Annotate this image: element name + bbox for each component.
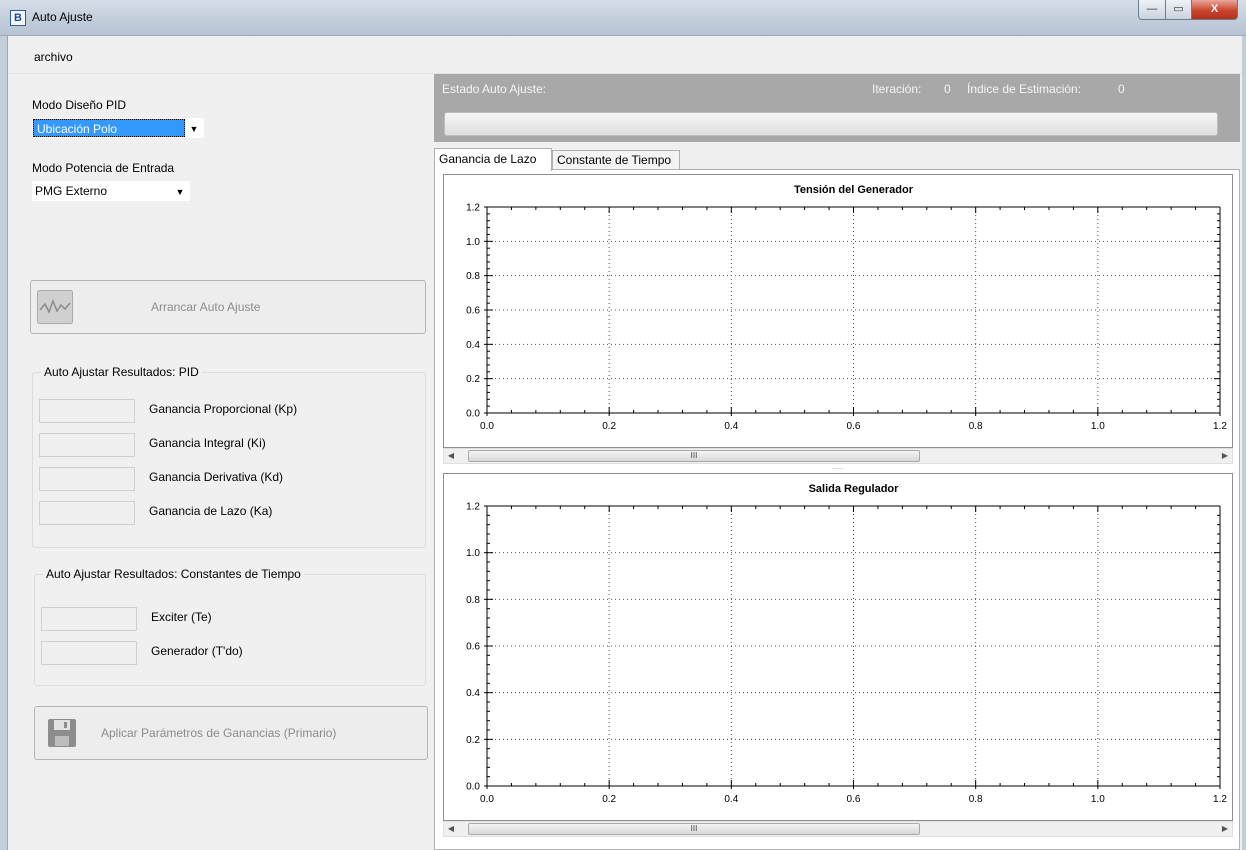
chevron-down-icon: ▼ [189, 124, 199, 134]
pid-results-group: Auto Ajustar Resultados: PID Ganancia Pr… [32, 365, 426, 548]
x-tick-label: 1.0 [1091, 794, 1105, 805]
y-tick-label: 0.4 [466, 340, 480, 351]
kd-label: Ganancia Derivativa (Kd) [149, 470, 284, 484]
pid-mode-label: Modo Diseño PID [32, 98, 127, 112]
window-frame-right [1242, 36, 1246, 850]
client-area: archivo Modo Diseño PID Ubicación Polo ▼… [8, 36, 1242, 850]
status-panel: Estado Auto Ajuste: Iteración: 0 Índice … [434, 74, 1240, 142]
tc-results-group: Auto Ajustar Resultados: Constantes de T… [34, 567, 426, 686]
apply-gains-label: Aplicar Parámetros de Ganancias (Primari… [101, 726, 337, 740]
waveform-icon [37, 290, 73, 324]
y-tick-label: 0.0 [466, 782, 480, 793]
scroll-left-icon[interactable]: ◀ [444, 822, 458, 836]
tc-results-title: Auto Ajustar Resultados: Constantes de T… [43, 567, 304, 581]
window-frame-left [0, 36, 8, 850]
y-tick-label: 1.2 [466, 203, 480, 214]
x-tick-label: 0.8 [969, 794, 983, 805]
tab-ganancia-de-lazo[interactable]: Ganancia de Lazo [434, 148, 552, 171]
x-tick-label: 0.2 [602, 794, 616, 805]
chart-splitter[interactable]: ...... [443, 464, 1233, 472]
y-tick-label: 1.0 [466, 237, 480, 248]
apply-gains-button[interactable]: Aplicar Parámetros de Ganancias (Primari… [34, 706, 428, 760]
ki-label: Ganancia Integral (Ki) [149, 436, 266, 450]
progress-bar [444, 112, 1218, 136]
x-tick-label: 1.0 [1091, 421, 1105, 432]
chart-regulator-output-plot: Salida Regulador 0.0 0.2 0.4 0.6 0.8 1.0 1.2 0.0… [466, 483, 1227, 805]
y-tick-label: 0.8 [466, 271, 480, 282]
te-label: Exciter (Te) [151, 610, 212, 624]
chart-generator-voltage: Tensión del Generador 0.0 0.2 0.4 0.6 0.8 1.0 1… [443, 174, 1233, 448]
scroll-left-icon[interactable]: ◀ [444, 449, 458, 463]
estimation-index-label: Índice de Estimación: [967, 82, 1082, 96]
iteration-label: Iteración: [872, 82, 922, 96]
x-tick-label: 1.2 [1213, 421, 1227, 432]
maximize-button[interactable]: ▭ [1166, 0, 1192, 20]
te-field[interactable] [41, 607, 137, 631]
y-tick-label: 1.0 [466, 548, 480, 559]
scroll-right-icon[interactable]: ▶ [1218, 822, 1232, 836]
tab-page: Tensión del Generador 0.0 0.2 0.4 0.6 0.8 1.0 1… [434, 169, 1240, 850]
estimation-index-value: 0 [1118, 82, 1125, 96]
y-tick-label: 1.2 [466, 502, 480, 513]
x-tick-label: 0.0 [480, 421, 494, 432]
pid-mode-select[interactable]: Ubicación Polo ▼ [32, 118, 204, 138]
x-tick-label: 1.2 [1213, 794, 1227, 805]
x-tick-label: 0.6 [847, 421, 861, 432]
scrollbar-generator-voltage[interactable]: ◀ III ▶ [443, 448, 1233, 464]
input-power-label: Modo Potencia de Entrada [32, 161, 175, 175]
pid-mode-value: Ubicación Polo [33, 119, 185, 137]
x-tick-label: 0.4 [724, 421, 738, 432]
x-tick-label: 0.6 [847, 794, 861, 805]
x-tick-label: 0.8 [969, 421, 983, 432]
ka-field[interactable] [39, 501, 135, 525]
kp-label: Ganancia Proporcional (Kp) [149, 402, 298, 416]
y-tick-label: 0.0 [466, 409, 480, 420]
chevron-down-icon: ▼ [175, 187, 185, 197]
scroll-right-icon[interactable]: ▶ [1218, 449, 1232, 463]
window-title: Auto Ajuste [32, 10, 93, 24]
chart-regulator-output: Salida Regulador 0.0 0.2 0.4 0.6 0.8 1.0 1.2 0.0… [443, 473, 1233, 821]
y-tick-label: 0.8 [466, 595, 480, 606]
scroll-thumb[interactable]: III [468, 823, 920, 835]
window-controls: — ▭ X [1138, 0, 1238, 20]
ki-field[interactable] [39, 433, 135, 457]
status-label: Estado Auto Ajuste: [442, 82, 547, 96]
tdo-label: Generador (T'do) [151, 644, 243, 658]
x-tick-label: 0.0 [480, 794, 494, 805]
pid-results-title: Auto Ajustar Resultados: PID [41, 365, 202, 379]
y-tick-label: 0.6 [466, 642, 480, 653]
start-autotune-button[interactable]: Arrancar Auto Ajuste [30, 280, 426, 334]
chart-generator-voltage-plot: Tensión del Generador 0.0 0.2 0.4 0.6 0.8 1.0 1… [466, 184, 1227, 432]
close-button[interactable]: X [1192, 0, 1238, 20]
input-power-select[interactable]: PMG Externo ▼ [32, 181, 190, 201]
y-tick-label: 0.6 [466, 306, 480, 317]
y-tick-label: 0.2 [466, 735, 480, 746]
chart-title: Salida Regulador [809, 483, 900, 495]
start-autotune-label: Arrancar Auto Ajuste [151, 300, 261, 314]
tdo-field[interactable] [41, 641, 137, 665]
tab-constante-de-tiempo[interactable]: Constante de Tiempo [552, 150, 680, 170]
save-disk-icon [48, 719, 76, 747]
title-bar[interactable]: B Auto Ajuste — ▭ X [0, 0, 1246, 36]
x-tick-label: 0.2 [602, 421, 616, 432]
input-power-value: PMG Externo [35, 184, 108, 198]
menu-bar: archivo [8, 36, 1242, 74]
menu-item-archivo[interactable]: archivo [34, 50, 73, 64]
chart-title: Tensión del Generador [794, 184, 914, 196]
kp-field[interactable] [39, 399, 135, 423]
y-tick-label: 0.2 [466, 374, 480, 385]
scroll-thumb[interactable]: III [468, 450, 920, 462]
app-icon: B [10, 10, 26, 26]
minimize-button[interactable]: — [1138, 0, 1166, 20]
iteration-value: 0 [944, 82, 951, 96]
y-tick-label: 0.4 [466, 688, 480, 699]
ka-label: Ganancia de Lazo (Ka) [149, 504, 273, 518]
scrollbar-regulator-output[interactable]: ◀ III ▶ [443, 821, 1233, 837]
kd-field[interactable] [39, 467, 135, 491]
x-tick-label: 0.4 [724, 794, 738, 805]
